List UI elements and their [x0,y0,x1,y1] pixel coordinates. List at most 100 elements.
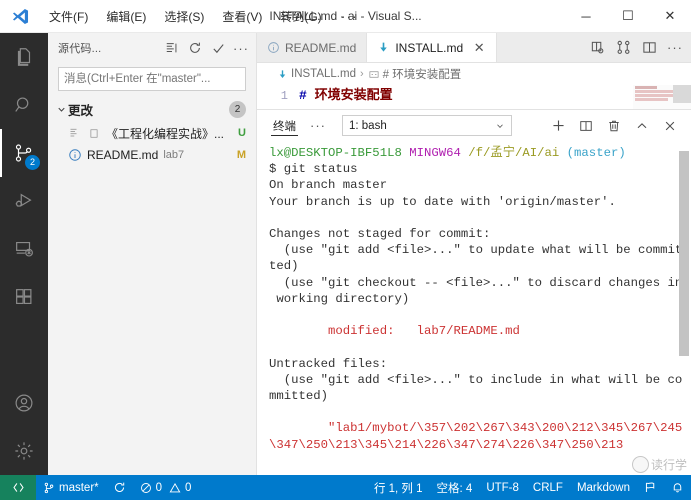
commit-button[interactable] [207,37,229,59]
status-indentation[interactable]: 空格: 4 [430,475,480,500]
status-problems[interactable]: 0 0 [133,475,199,500]
activitybar-item-extensions[interactable] [0,273,48,321]
activitybar-item-search[interactable] [0,81,48,129]
scm-file-row[interactable]: 《工程化编程实战》... U [48,122,256,144]
split-terminal-button[interactable] [573,114,599,138]
editor-more-actions-button[interactable]: ··· [663,35,687,61]
menu-file[interactable]: 文件(F) [40,0,97,32]
kill-terminal-button[interactable] [601,114,627,138]
open-changes-icon [590,40,605,55]
minimap-line [635,98,668,101]
panel-more-button[interactable]: ··· [302,118,334,133]
breadcrumb-separator: › [359,68,364,80]
commit-message-box [48,63,256,97]
menu-edit[interactable]: 编辑(E) [97,0,155,32]
activitybar-item-remote-explorer[interactable] [0,225,48,273]
terminal-segment: working directory) [269,291,410,306]
compare-changes-button[interactable] [611,35,635,61]
check-icon [211,41,226,56]
breadcrumb-symbol[interactable]: # 环境安装配置 [368,66,461,82]
status-feedback[interactable] [637,475,664,500]
status-cursor-position[interactable]: 行 1, 列 1 [367,475,430,500]
terminal-line: Changes not staged for commit: [269,226,691,242]
compare-icon [616,40,631,55]
terminal-line: (use "git add <file>..." to update what … [269,242,691,258]
chevron-up-icon [635,119,649,133]
close-icon [663,119,677,133]
minimap-slider[interactable] [673,85,691,103]
code-line-1: # 环境安装配置 [299,85,393,109]
minimize-button[interactable]: ─ [565,0,607,32]
tab-close-icon[interactable]: ✕ [472,40,486,56]
close-panel-button[interactable] [657,114,683,138]
minimap-line [635,86,657,89]
vscode-window: 文件(F) 编辑(E) 选择(S) 查看(V) 转到(G) ··· INSTAL… [0,0,691,500]
window-controls: ─ ☐ ✕ [565,0,691,32]
markdown-down-icon [377,41,390,54]
status-encoding[interactable]: UTF-8 [479,475,526,500]
trash-icon [607,119,621,133]
status-branch-label: master* [59,481,99,494]
menu-selection[interactable]: 选择(S) [155,0,213,32]
minimap[interactable] [633,85,691,109]
status-sync[interactable] [106,475,133,500]
maximize-panel-button[interactable] [629,114,655,138]
editor-area: README.md INSTALL.md ✕ ··· INSTALL.md › … [257,33,691,475]
refresh-button[interactable] [184,37,206,59]
scm-file-path: lab7 [163,149,185,161]
tab-readme[interactable]: README.md [257,33,368,62]
activitybar-item-run-and-debug[interactable] [0,177,48,225]
code-line-text: 环境安装配置 [306,88,393,103]
commit-message-input[interactable] [58,67,246,91]
sync-icon [113,481,126,494]
menu-view[interactable]: 查看(V) [213,0,271,32]
menu-go[interactable]: 转到(G) [271,0,330,32]
status-notifications[interactable] [664,475,691,500]
maximize-button[interactable]: ☐ [607,0,649,32]
terminal-line: (use "git checkout -- <file>..." to disc… [269,275,691,291]
new-terminal-button[interactable] [545,114,571,138]
remote-indicator-button[interactable] [0,475,36,500]
terminal-body[interactable]: lx@DESKTOP-IBF51L8 MINGW64 /f/孟宁/AI/ai (… [257,141,691,475]
code-editor[interactable]: 1 # 环境安装配置 [257,85,691,109]
terminal-select[interactable]: 1: bash [342,115,512,136]
split-icon [579,119,593,133]
sidebar-more-actions-button[interactable]: ··· [230,37,252,59]
source-control-badge: 2 [25,155,40,170]
panel-tab-terminal[interactable]: 终端 [271,110,298,141]
search-icon [13,94,35,116]
status-language-mode[interactable]: Markdown [570,475,637,500]
status-bar: master* 0 0 行 1, 列 1 空格: 4 UTF-8 CRLF Ma… [0,475,691,500]
plus-icon [551,118,566,133]
activitybar-item-settings[interactable] [0,427,48,475]
breadcrumb-file[interactable]: INSTALL.md [277,68,356,80]
activitybar-item-source-control[interactable]: 2 [0,129,48,177]
view-as-tree-button[interactable] [161,37,183,59]
info-icon [68,148,82,162]
tab-install[interactable]: INSTALL.md ✕ [367,33,498,62]
terminal-segment [559,146,566,160]
activitybar-item-explorer[interactable] [0,33,48,81]
activitybar-item-accounts[interactable] [0,379,48,427]
status-eol[interactable]: CRLF [526,475,570,500]
terminal-line: working directory) [269,291,691,307]
close-button[interactable]: ✕ [649,0,691,32]
status-branch[interactable]: master* [36,475,106,500]
split-editor-button[interactable] [637,35,661,61]
warning-icon [169,482,181,494]
chevron-down-icon [495,121,505,131]
terminal-scrollbar[interactable] [679,151,689,356]
debug-icon [13,190,35,212]
scm-file-row[interactable]: README.md lab7 M [48,144,256,166]
ellipsis-icon: ··· [667,40,683,55]
scm-group-changes[interactable]: 更改 2 [48,97,256,122]
menu-more-button[interactable]: ··· [331,0,368,32]
info-icon [267,41,280,54]
file-lines-icon [68,127,82,139]
minimap-line [635,94,675,97]
open-changes-button[interactable] [585,35,609,61]
sidebar-source-control: 源代码... ··· 消息(Ctrl+Enter 在"master"... 更改… [48,33,257,475]
terminal-segment: "lab1/mybot/\357\202\267\343\200\212\345… [269,421,683,436]
terminal-line: modified: lab7/README.md [269,323,691,339]
